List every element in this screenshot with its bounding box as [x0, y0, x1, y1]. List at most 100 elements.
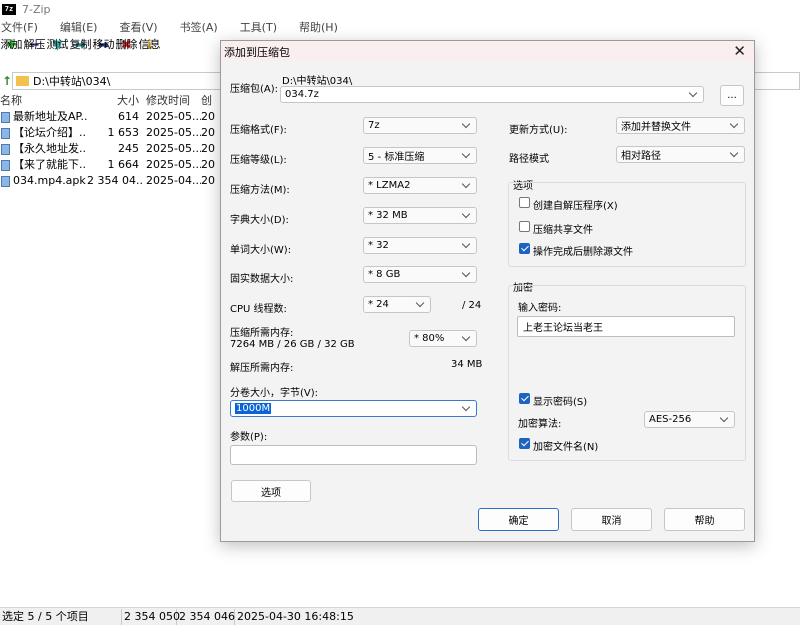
column-modified[interactable]: 修改时间 [143, 93, 201, 109]
options-button[interactable]: 选项 [231, 480, 311, 502]
menu-help[interactable]: 帮助(H) [298, 19, 339, 37]
threads-value: * 24 [368, 299, 389, 310]
mem-comp-label: 压缩所需内存: [230, 328, 294, 339]
solid-select[interactable]: * 8 GB [363, 266, 477, 283]
delete-after-label[interactable]: 操作完成后删除源文件 [533, 243, 633, 258]
browse-button[interactable]: ... [720, 85, 744, 106]
file-created: 20 [201, 174, 215, 187]
threads-max: / 24 [462, 300, 482, 311]
column-name[interactable]: 名称 [0, 93, 87, 109]
file-size: 614 [118, 110, 139, 123]
path-mode-label: 路径模式 [509, 154, 549, 165]
file-name-cell: 【永久地址发... [0, 141, 87, 157]
status-size: 2 354 050 [124, 608, 180, 625]
show-password-checkbox[interactable] [519, 393, 530, 404]
threads-select[interactable]: * 24 [363, 296, 431, 313]
params-input[interactable] [230, 445, 477, 465]
split-combo[interactable]: 1000M [230, 400, 477, 417]
file-size: 1 664 [107, 158, 140, 171]
toolbar-delete-button[interactable]: ✖ 删除 [115, 38, 138, 70]
file-size: 2 354 04... [87, 174, 143, 187]
toolbar-add-button[interactable]: ✚ 添加 [0, 38, 23, 70]
file-name-cell: 034.mp4.apk [0, 173, 87, 189]
file-size: 245 [118, 142, 139, 155]
dict-select[interactable]: * 32 MB [363, 207, 477, 224]
toolbar-copy-button[interactable]: ➡ 复制 [69, 38, 92, 70]
7zip-logo-icon: 7z [2, 3, 16, 15]
sfx-label[interactable]: 创建自解压程序(X) [533, 197, 618, 212]
update-value: 添加并替换文件 [621, 122, 691, 133]
toolbar-extract-button[interactable]: ━ 解压 [23, 38, 46, 70]
file-name: 【论坛介绍】.... [13, 126, 87, 139]
level-label: 压缩等级(L): [230, 155, 287, 166]
table-row[interactable]: 【论坛介绍】.... 1 653 2025-05... 20 [0, 125, 220, 141]
chevron-down-icon [719, 413, 729, 425]
word-label: 单词大小(W): [230, 245, 292, 256]
status-datetime: 2025-04-30 16:48:15 [237, 609, 354, 623]
file-list-header: 名称 大小 修改时间 创 [0, 93, 220, 109]
file-name-cell: 最新地址及AP... [0, 109, 87, 125]
file-icon [1, 127, 10, 139]
ok-button[interactable]: 确定 [478, 508, 559, 531]
word-value: * 32 [368, 240, 389, 251]
threads-label: CPU 线程数: [230, 304, 287, 315]
menu-file[interactable]: 文件(F) [0, 19, 39, 37]
chevron-down-icon [461, 149, 471, 161]
format-select[interactable]: 7z [363, 117, 477, 134]
file-icon [1, 111, 10, 123]
shared-files-checkbox[interactable] [519, 221, 530, 232]
update-label: 更新方式(U): [509, 125, 568, 136]
chevron-down-icon [461, 268, 471, 280]
sfx-checkbox[interactable] [519, 197, 530, 208]
file-name: 【来了就能下... [13, 158, 87, 171]
archive-name-value: 034.7z [285, 89, 319, 100]
table-row[interactable]: 【来了就能下... 1 664 2025-05... 20 [0, 157, 220, 173]
chevron-down-icon [461, 332, 471, 344]
password-label: 输入密码: [518, 303, 562, 314]
column-created[interactable]: 创 [201, 93, 220, 109]
close-icon[interactable]: ✕ [733, 42, 746, 60]
table-row[interactable]: 【永久地址发... 245 2025-05... 20 [0, 141, 220, 157]
encrypt-names-label[interactable]: 加密文件名(N) [533, 438, 598, 453]
dialog-titlebar: 添加到压缩包 ✕ [221, 41, 754, 61]
toolbar-move-button[interactable]: ➡ 移动 [92, 38, 115, 70]
file-size: 1 653 [107, 126, 140, 139]
file-modified: 2025-05... [146, 126, 201, 139]
delete-after-checkbox[interactable] [519, 243, 530, 254]
cancel-button[interactable]: 取消 [571, 508, 652, 531]
method-select[interactable]: * LZMA2 [363, 177, 477, 194]
mem-usage-value: * 80% [414, 333, 445, 344]
level-value: 5 - 标准压缩 [368, 152, 425, 163]
toolbar-test-button[interactable]: ▼ 测试 [46, 38, 69, 70]
mem-usage-select[interactable]: * 80% [409, 330, 477, 347]
toolbar-info-button[interactable]: ℹ 信息 [138, 38, 161, 70]
file-created: 20 [201, 110, 215, 123]
help-button[interactable]: 帮助 [664, 508, 745, 531]
menu-bookmarks[interactable]: 书签(A) [179, 19, 219, 37]
menu-view[interactable]: 查看(V) [118, 19, 158, 37]
toolbar-label: 测试 [46, 38, 69, 51]
password-input[interactable]: 上老王论坛当老王 [517, 316, 735, 337]
path-mode-select[interactable]: 相对路径 [616, 146, 745, 163]
column-size[interactable]: 大小 [87, 93, 143, 109]
archive-name-combo[interactable]: 034.7z [280, 86, 704, 103]
menu-edit[interactable]: 编辑(E) [59, 19, 99, 37]
solid-label: 固实数据大小: [230, 274, 294, 285]
table-row[interactable]: 最新地址及AP... 614 2025-05... 20 [0, 109, 220, 125]
encrypt-names-checkbox[interactable] [519, 438, 530, 449]
encryption-method-select[interactable]: AES-256 [644, 411, 735, 428]
level-select[interactable]: 5 - 标准压缩 [363, 147, 477, 164]
word-select[interactable]: * 32 [363, 237, 477, 254]
file-icon [1, 143, 10, 155]
table-row[interactable]: 034.mp4.apk 2 354 04... 2025-04... 20 [0, 173, 220, 189]
menubar: 文件(F) 编辑(E) 查看(V) 书签(A) 工具(T) 帮助(H) [0, 19, 359, 37]
show-password-label[interactable]: 显示密码(S) [533, 393, 587, 408]
menu-tools[interactable]: 工具(T) [239, 19, 278, 37]
file-modified: 2025-05... [146, 110, 201, 123]
shared-files-label[interactable]: 压缩共享文件 [533, 221, 593, 236]
app-titlebar: 7z 7-Zip [0, 0, 800, 18]
method-label: 压缩方法(M): [230, 185, 290, 196]
file-name: 034.mp4.apk [13, 174, 86, 187]
method-value: * LZMA2 [368, 180, 411, 191]
update-select[interactable]: 添加并替换文件 [616, 117, 745, 134]
